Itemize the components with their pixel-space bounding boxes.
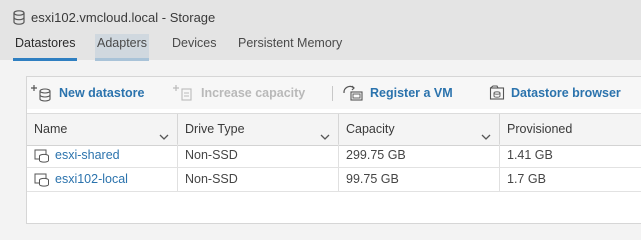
page-header: esxi102.vmcloud.local - Storage Datastor… <box>0 0 641 61</box>
page-title: esxi102.vmcloud.local - Storage <box>31 9 216 25</box>
datastore-icon <box>34 149 50 163</box>
table-row[interactable]: esxi-shared Non-SSD 299.75 GB 1.41 GB <box>27 144 641 168</box>
new-datastore-icon <box>31 84 53 102</box>
capacity-cell: 299.75 GB <box>346 148 406 162</box>
increase-capacity-button[interactable]: Increase capacity <box>173 84 305 102</box>
new-datastore-button[interactable]: New datastore <box>31 84 144 102</box>
provisioned-cell: 1.7 GB <box>507 172 546 186</box>
tab-adapters[interactable]: Adapters <box>95 34 150 61</box>
column-divider <box>499 144 500 167</box>
name-cell: esxi-shared <box>34 144 120 167</box>
column-divider <box>338 144 339 167</box>
register-vm-button[interactable]: Register a VM <box>342 84 453 102</box>
datastore-link[interactable]: esxi-shared <box>55 144 120 167</box>
provisioned-cell: 1.41 GB <box>507 148 553 162</box>
table-header: Name Drive Type Capacity Provisioned <box>27 113 641 146</box>
column-header-provisioned[interactable]: Provisioned <box>500 114 641 145</box>
register-vm-icon <box>342 84 364 102</box>
tab-devices[interactable]: Devices <box>170 34 218 58</box>
storage-icon <box>13 9 25 25</box>
column-divider <box>177 144 178 167</box>
increase-capacity-icon <box>173 84 195 102</box>
table-row[interactable]: esxi102-local Non-SSD 99.75 GB 1.7 GB <box>27 168 641 192</box>
column-divider <box>177 168 178 191</box>
increase-capacity-label: Increase capacity <box>201 86 306 100</box>
toolbar-divider <box>332 86 333 101</box>
column-header-capacity[interactable]: Capacity <box>339 114 499 145</box>
name-cell: esxi102-local <box>34 168 128 191</box>
window-title-bar: esxi102.vmcloud.local - Storage <box>13 8 215 26</box>
drive-type-cell: Non-SSD <box>185 148 238 162</box>
column-header-name[interactable]: Name <box>27 114 177 145</box>
tab-datastores[interactable]: Datastores <box>13 34 78 61</box>
datastore-icon <box>34 173 50 187</box>
datastore-browser-label: Datastore browser <box>511 86 621 100</box>
column-divider <box>499 168 500 191</box>
column-divider <box>338 168 339 191</box>
capacity-cell: 99.75 GB <box>346 172 399 186</box>
column-header-drive-type[interactable]: Drive Type <box>178 114 338 145</box>
tab-bar: Datastores Adapters Devices Persistent M… <box>0 34 641 61</box>
datastore-link[interactable]: esxi102-local <box>55 168 128 191</box>
drive-type-cell: Non-SSD <box>185 172 238 186</box>
toolbar: New datastore Increase capacity Register… <box>27 77 641 109</box>
tab-persistent-memory[interactable]: Persistent Memory <box>236 34 344 58</box>
datastores-panel: New datastore Increase capacity Register… <box>26 76 641 224</box>
new-datastore-label: New datastore <box>59 86 145 100</box>
register-vm-label: Register a VM <box>370 86 453 100</box>
datastore-browser-button[interactable]: Datastore browser <box>489 84 621 102</box>
datastore-browser-icon <box>489 85 505 101</box>
